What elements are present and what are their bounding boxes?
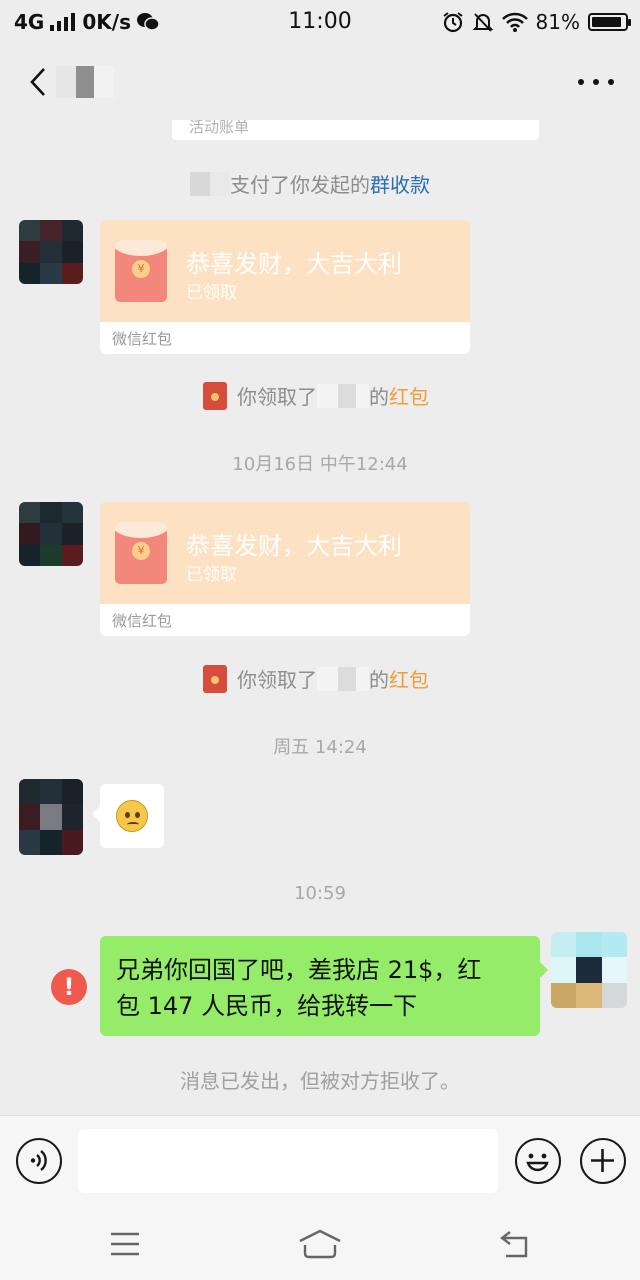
mute-bell-icon (472, 13, 493, 32)
timestamp: 周五 14:24 (273, 737, 367, 758)
red-envelope-icon: ¥ (115, 522, 167, 584)
system-navigation-bar (0, 1208, 640, 1280)
red-packet-card[interactable]: ¥ 恭喜发财，大吉大利 已领取 微信红包 (100, 502, 470, 636)
battery-icon (588, 13, 631, 31)
group-payment-notice: 支付了你发起的 群收款 (190, 169, 430, 198)
contact-name-redacted (56, 66, 114, 98)
emoji-message-bubble[interactable] (92, 784, 164, 848)
menu-icon (111, 1232, 139, 1256)
sender-avatar[interactable] (19, 779, 83, 855)
message-list: 活动账单 支付了你发起的 群收款 ¥ 恭喜发财，大吉大利 已领取 微信红包 你领… (0, 120, 640, 1115)
redacted-name (317, 666, 369, 691)
claim-suffix: 的 (369, 385, 389, 409)
back-nav-button[interactable] (490, 1224, 540, 1264)
red-packet-card[interactable]: ¥ 恭喜发财，大吉大利 已领取 微信红包 (100, 220, 470, 354)
back-button[interactable] (18, 62, 58, 102)
sender-avatar[interactable] (19, 502, 83, 566)
red-envelope-icon: ¥ (115, 240, 167, 302)
message-rejected-notice: 消息已发出，但被对方拒收了。 (180, 1069, 460, 1093)
red-packet-title: 恭喜发财，大吉大利 (186, 250, 402, 278)
home-icon (299, 1229, 341, 1259)
sad-face-emoji-icon (116, 800, 148, 832)
send-failed-icon[interactable]: ! (51, 969, 87, 1005)
claim-text: 你领取了 (237, 385, 317, 409)
chat-header (0, 44, 640, 120)
return-icon (500, 1231, 528, 1258)
red-packet-footer: 微信红包 (100, 322, 470, 354)
red-packet-claim-notice: 你领取了 的 红包 (203, 381, 429, 410)
more-functions-button[interactable] (580, 1138, 626, 1184)
voice-input-button[interactable] (16, 1138, 62, 1184)
menu-button[interactable] (100, 1224, 150, 1264)
plus-icon (591, 1149, 614, 1172)
timestamp: 10月16日 中午12:44 (232, 454, 408, 475)
my-avatar[interactable] (551, 932, 627, 1008)
outgoing-message-bubble[interactable]: 兄弟你回国了吧，差我店 21$，红 包 147 人民币，给我转一下 (100, 936, 548, 1036)
sender-avatar[interactable] (19, 220, 83, 284)
red-packet-footer: 微信红包 (100, 604, 470, 636)
red-packet-title: 恭喜发财，大吉大利 (186, 532, 402, 560)
redacted-name (190, 171, 230, 196)
claim-text: 你领取了 (237, 668, 317, 692)
red-packet-link[interactable]: 红包 (389, 381, 429, 410)
timestamp: 10:59 (294, 883, 346, 904)
input-bar (0, 1115, 640, 1208)
red-packet-small-icon (203, 664, 227, 693)
chevron-left-icon (30, 68, 45, 96)
redacted-name (317, 383, 369, 408)
smiley-icon (526, 1153, 549, 1172)
group-payment-link[interactable]: 群收款 (370, 169, 430, 198)
message-text-line: 兄弟你回国了吧，差我店 21$，红 (116, 956, 482, 984)
claim-suffix: 的 (369, 668, 389, 692)
message-text-line: 包 147 人民币，给我转一下 (116, 992, 418, 1020)
red-packet-status: 已领取 (186, 283, 237, 303)
status-bar: 4G 0K/s 11:00 81% (0, 0, 640, 44)
red-packet-claim-notice: 你领取了 的 红包 (203, 664, 429, 693)
voice-icon (30, 1150, 47, 1171)
red-packet-status: 已领取 (186, 565, 237, 585)
more-button[interactable] (578, 70, 614, 94)
battery-percent: 81% (535, 10, 580, 34)
alarm-icon (442, 12, 463, 33)
red-packet-small-icon (203, 381, 227, 410)
emoji-button[interactable] (515, 1138, 561, 1184)
wifi-icon (501, 12, 528, 32)
group-payment-text: 支付了你发起的 (230, 173, 370, 197)
home-button[interactable] (295, 1224, 345, 1264)
message-input[interactable] (78, 1129, 498, 1193)
previous-card-footer[interactable]: 活动账单 (172, 120, 539, 140)
red-packet-link[interactable]: 红包 (389, 664, 429, 693)
